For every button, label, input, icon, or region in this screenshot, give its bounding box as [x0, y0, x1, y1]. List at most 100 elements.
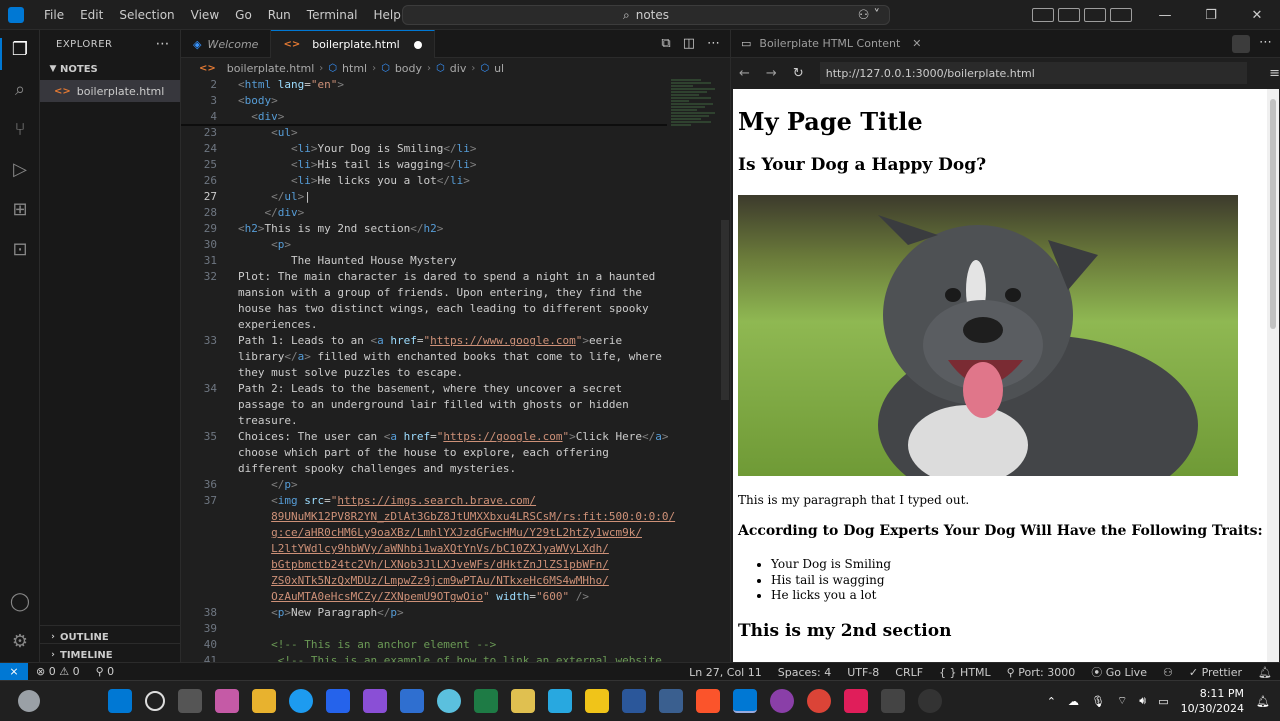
restore-button[interactable]: ❐ — [1188, 8, 1234, 23]
copilot-status-icon[interactable]: ⚇ — [1155, 666, 1181, 679]
toggle-panel-icon[interactable] — [1058, 8, 1080, 22]
settings-gear-icon[interactable]: ⚙ — [8, 630, 32, 654]
folder-notes[interactable]: ▼ NOTES — [40, 58, 180, 80]
menu-terminal[interactable]: Terminal — [299, 0, 366, 30]
sticky-notes-icon[interactable] — [585, 689, 609, 713]
preview-tab[interactable]: ▭ Boilerplate HTML Content ✕ — [731, 30, 1280, 58]
more-actions-icon[interactable]: ⋯ — [156, 36, 171, 52]
word-icon[interactable] — [622, 689, 646, 713]
ports-indicator[interactable]: ⚲ 0 — [88, 665, 123, 678]
app-icon[interactable] — [437, 689, 461, 713]
menu-run[interactable]: Run — [260, 0, 299, 30]
copilot-icon[interactable]: ⚇ ˅ — [858, 8, 880, 23]
code-line-wrap: bGtpbmctb24tc2Vh/LXNob3JlLXJveWFs/dHktZn… — [271, 558, 609, 571]
open-preview-icon[interactable]: ⧉ — [661, 36, 670, 51]
app-icon[interactable] — [400, 689, 424, 713]
back-arrow-icon[interactable]: ← — [739, 66, 750, 81]
notifications-icon[interactable]: 🔔︎ — [1256, 695, 1270, 708]
tab-boilerplate-html[interactable]: <> boilerplate.html — [271, 30, 435, 58]
tab-welcome[interactable]: ◈ Welcome — [181, 30, 272, 58]
encoding[interactable]: UTF-8 — [839, 666, 887, 679]
toggle-sidebar-icon[interactable] — [1032, 8, 1054, 22]
preview-url-input[interactable]: http://127.0.0.1:3000/boilerplate.html — [819, 62, 1248, 84]
refresh-icon[interactable]: ↻ — [793, 66, 804, 81]
menu-selection[interactable]: Selection — [111, 0, 182, 30]
live-preview-pane: ▭ Boilerplate HTML Content ✕ ⋯ ← → ↻ htt… — [730, 30, 1280, 662]
notifications-bell-icon[interactable]: 🔔︎ — [1250, 666, 1280, 679]
explorer-icon[interactable]: ❐ — [8, 38, 32, 62]
menu-go[interactable]: Go — [227, 0, 260, 30]
task-view-icon[interactable] — [178, 689, 202, 713]
start-button-icon[interactable] — [108, 689, 132, 713]
extensions-icon[interactable]: ⊞ — [8, 198, 32, 222]
breadcrumb-file[interactable]: boilerplate.html — [227, 62, 315, 75]
more-actions-icon[interactable]: ⋯ — [707, 36, 720, 51]
app-icon[interactable] — [511, 689, 535, 713]
chevron-up-icon[interactable]: ⌃ — [1047, 695, 1056, 708]
prettier-button[interactable]: ✓ Prettier — [1181, 666, 1250, 679]
live-server-port[interactable]: ⚲ Port: 3000 — [999, 666, 1084, 679]
go-live-button[interactable]: ⦿ Go Live — [1083, 664, 1155, 680]
remote-explorer-icon[interactable]: ⊡ — [8, 238, 32, 262]
volume-icon[interactable]: 🔊︎ — [1139, 694, 1146, 708]
breadcrumb-body[interactable]: body — [395, 62, 422, 75]
problems-indicator[interactable]: ⊗ 0 ⚠ 0 — [28, 665, 88, 678]
battery-icon[interactable]: ▭ — [1158, 695, 1168, 708]
forward-arrow-icon[interactable]: → — [766, 66, 777, 81]
unsaved-dot-icon[interactable] — [413, 40, 422, 49]
terminal-icon[interactable] — [881, 689, 905, 713]
indentation[interactable]: Spaces: 4 — [770, 666, 839, 679]
cloud-icon[interactable]: ☁ — [1068, 695, 1079, 708]
active-indicator — [0, 38, 2, 70]
cursor-position[interactable]: Ln 27, Col 11 — [681, 666, 770, 679]
lock-icon[interactable] — [1232, 35, 1250, 53]
slack-icon[interactable] — [844, 689, 868, 713]
scrollbar-thumb[interactable] — [1270, 99, 1276, 329]
account-icon[interactable]: ◯ — [8, 590, 32, 614]
microphone-icon[interactable]: 🎙︎ — [1091, 695, 1105, 708]
language-mode[interactable]: { } HTML — [931, 666, 999, 679]
wifi-icon[interactable]: ⌔ — [1117, 694, 1127, 708]
menu-view[interactable]: View — [183, 0, 227, 30]
search-icon[interactable]: ⌕ — [8, 78, 32, 102]
chrome-icon[interactable] — [807, 689, 831, 713]
app-icon[interactable] — [918, 689, 942, 713]
file-boilerplate-html[interactable]: <> boilerplate.html — [40, 80, 180, 102]
brave-browser-icon[interactable] — [696, 689, 720, 713]
store-icon[interactable] — [326, 689, 350, 713]
editor-scrollbar[interactable] — [721, 220, 729, 400]
customize-layout-icon[interactable] — [1110, 8, 1132, 22]
more-actions-icon[interactable]: ⋯ — [1259, 35, 1272, 50]
breadcrumb-div[interactable]: div — [450, 62, 467, 75]
run-debug-icon[interactable]: ▷ — [8, 158, 32, 182]
line-ending[interactable]: CRLF — [887, 666, 931, 679]
close-window-button[interactable]: ✕ — [1234, 8, 1280, 23]
app-icon[interactable] — [659, 689, 683, 713]
copilot-app-icon[interactable] — [215, 689, 239, 713]
clock[interactable]: 8:11 PM 10/30/2024 — [1181, 686, 1244, 716]
file-explorer-icon[interactable] — [252, 689, 276, 713]
menu-edit[interactable]: Edit — [72, 0, 111, 30]
app-icon[interactable] — [363, 689, 387, 713]
breadcrumb-ul[interactable]: ul — [494, 62, 504, 75]
excel-icon[interactable] — [474, 689, 498, 713]
source-control-icon[interactable]: ⑂ — [8, 118, 32, 142]
command-center-search[interactable]: ⌕ notes — [402, 5, 890, 25]
preview-scrollbar[interactable] — [1267, 89, 1279, 662]
search-icon[interactable] — [145, 691, 165, 711]
app-icon[interactable] — [770, 689, 794, 713]
edge-browser-icon[interactable] — [289, 689, 313, 713]
menu-icon[interactable]: ≡ — [1269, 66, 1280, 81]
vscode-taskbar-icon[interactable] — [733, 689, 757, 713]
menu-file[interactable]: File — [36, 0, 72, 30]
minimize-button[interactable]: — — [1142, 8, 1188, 23]
minimap[interactable] — [671, 78, 719, 188]
close-icon[interactable]: ✕ — [912, 37, 921, 50]
breadcrumb-html[interactable]: html — [342, 62, 367, 75]
remote-indicator-icon[interactable]: ⨯ — [0, 662, 28, 681]
toggle-secondary-sidebar-icon[interactable] — [1084, 8, 1106, 22]
notepad-icon[interactable] — [548, 689, 572, 713]
element-icon: ⬡ — [436, 62, 445, 74]
weather-widget-icon[interactable] — [18, 689, 40, 712]
split-editor-icon[interactable]: ◫ — [683, 36, 695, 51]
